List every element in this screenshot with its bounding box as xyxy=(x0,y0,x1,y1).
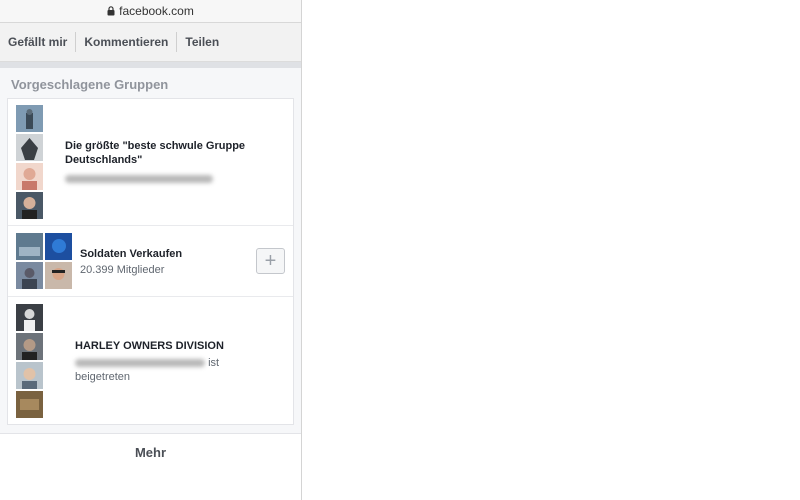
joined-text: ist xyxy=(75,357,224,369)
avatar xyxy=(16,192,43,219)
group-name[interactable]: Die größte "beste schwule Gruppe Deutsch… xyxy=(65,139,260,167)
member-count: 20.399 Mitglieder xyxy=(80,263,165,276)
avatar xyxy=(45,233,72,260)
mobile-browser-window: facebook.com Gefällt mir Kommentieren Te… xyxy=(0,0,302,500)
avatar xyxy=(16,262,43,289)
group-row[interactable]: Soldaten Verkaufen 20.399 Mitglieder + xyxy=(8,226,293,297)
like-button[interactable]: Gefällt mir xyxy=(0,32,77,52)
url-text: facebook.com xyxy=(119,4,194,18)
more-button[interactable]: Mehr xyxy=(0,433,301,470)
join-group-button[interactable]: + xyxy=(256,248,285,274)
suggested-groups-section: Vorgeschlagene Gruppen Die größte "beste… xyxy=(0,68,301,470)
section-title: Vorgeschlagene Gruppen xyxy=(11,77,169,92)
avatar xyxy=(16,134,43,161)
avatar xyxy=(16,390,43,418)
avatar xyxy=(16,332,43,360)
group-avatars xyxy=(8,299,43,423)
avatar xyxy=(16,105,43,132)
group-avatars xyxy=(8,227,72,295)
group-row[interactable]: Die größte "beste schwule Gruppe Deutsch… xyxy=(8,99,293,226)
avatar xyxy=(16,163,43,190)
comment-button[interactable]: Kommentieren xyxy=(76,32,178,52)
lock-icon xyxy=(107,6,115,16)
group-name[interactable]: HARLEY OWNERS DIVISION xyxy=(75,339,224,353)
groups-card: Die größte "beste schwule Gruppe Deutsch… xyxy=(7,98,294,425)
share-button[interactable]: Teilen xyxy=(177,32,227,52)
group-name[interactable]: Soldaten Verkaufen xyxy=(80,247,182,261)
plus-icon: + xyxy=(264,250,277,272)
group-info: Die größte "beste schwule Gruppe Deutsch… xyxy=(43,139,260,185)
group-row[interactable]: HARLEY OWNERS DIVISION ist beigetreten xyxy=(8,297,293,424)
avatar xyxy=(16,361,43,389)
group-info: Soldaten Verkaufen 20.399 Mitglieder xyxy=(72,247,182,276)
avatar xyxy=(16,303,43,331)
group-info: HARLEY OWNERS DIVISION ist beigetreten xyxy=(43,339,224,383)
redacted-text xyxy=(65,173,260,185)
post-action-bar: Gefällt mir Kommentieren Teilen xyxy=(0,23,301,62)
avatar xyxy=(16,233,43,260)
joined-suffix: ist xyxy=(208,356,220,369)
joined-line2: beigetreten xyxy=(75,370,131,383)
avatar xyxy=(45,262,72,289)
group-avatars xyxy=(8,100,43,224)
address-bar[interactable]: facebook.com xyxy=(0,0,301,23)
